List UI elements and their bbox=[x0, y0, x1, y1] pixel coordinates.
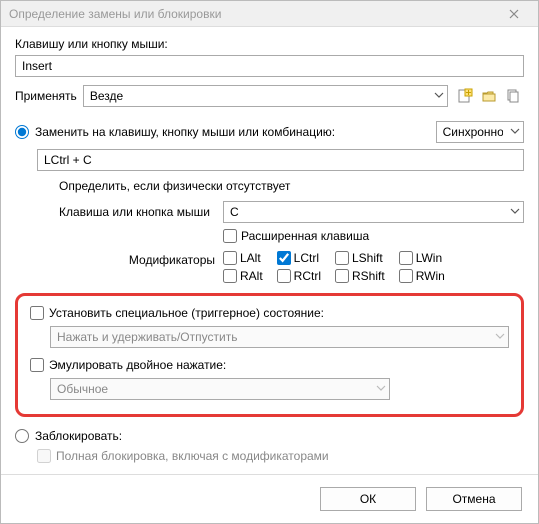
mod-lalt-label: LAlt bbox=[240, 251, 261, 265]
modifiers-label: Модификаторы bbox=[59, 251, 215, 267]
titlebar: Определение замены или блокировки bbox=[1, 1, 538, 27]
mod-ralt-label: RAlt bbox=[240, 269, 263, 283]
phys-key-select[interactable] bbox=[223, 201, 524, 223]
phys-key-label: Клавиша или кнопка мыши bbox=[59, 205, 215, 219]
mod-rctrl-checkbox[interactable] bbox=[277, 269, 291, 283]
mod-lctrl-label: LCtrl bbox=[294, 251, 319, 265]
extended-label: Расширенная клавиша bbox=[241, 229, 369, 243]
double-label: Эмулировать двойное нажатие: bbox=[49, 358, 226, 372]
dialog-window: Определение замены или блокировки Клавиш… bbox=[0, 0, 539, 524]
extended-checkbox[interactable] bbox=[223, 229, 237, 243]
content: Клавишу или кнопку мыши: Применять Замен… bbox=[1, 27, 538, 474]
mod-lwin-label: LWin bbox=[416, 251, 442, 265]
mod-ralt-checkbox[interactable] bbox=[223, 269, 237, 283]
mod-rwin-checkbox[interactable] bbox=[399, 269, 413, 283]
cancel-button[interactable]: Отмена bbox=[426, 487, 522, 511]
folder-icon[interactable] bbox=[478, 85, 500, 107]
double-select[interactable] bbox=[50, 378, 390, 400]
trigger-select[interactable] bbox=[50, 326, 509, 348]
mod-lalt-checkbox[interactable] bbox=[223, 251, 237, 265]
mod-lshift-checkbox[interactable] bbox=[335, 251, 349, 265]
mod-lctrl-checkbox[interactable] bbox=[277, 251, 291, 265]
button-row: ОК Отмена bbox=[1, 474, 538, 523]
sync-select[interactable] bbox=[436, 121, 524, 143]
mod-lshift-label: LShift bbox=[352, 251, 383, 265]
block-label: Заблокировать: bbox=[35, 429, 122, 443]
combo-input[interactable] bbox=[37, 149, 524, 171]
apply-select[interactable] bbox=[83, 85, 448, 107]
copy-icon[interactable] bbox=[502, 85, 524, 107]
highlighted-section: Установить специальное (триггерное) сост… bbox=[15, 293, 524, 417]
double-checkbox[interactable] bbox=[30, 358, 44, 372]
fullblock-checkbox bbox=[37, 449, 51, 463]
mod-lwin-checkbox[interactable] bbox=[399, 251, 413, 265]
replace-label: Заменить на клавишу, кнопку мыши или ком… bbox=[35, 125, 335, 139]
apply-label: Применять bbox=[15, 89, 77, 103]
key-label: Клавишу или кнопку мыши: bbox=[15, 37, 524, 51]
block-radio[interactable] bbox=[15, 429, 29, 443]
mod-rshift-checkbox[interactable] bbox=[335, 269, 349, 283]
new-icon[interactable] bbox=[454, 85, 476, 107]
fullblock-label: Полная блокировка, включая с модификатор… bbox=[56, 449, 329, 463]
mod-rwin-label: RWin bbox=[416, 269, 445, 283]
replace-radio[interactable] bbox=[15, 125, 29, 139]
close-button[interactable] bbox=[494, 3, 534, 25]
mod-rctrl-label: RCtrl bbox=[294, 269, 321, 283]
ok-button[interactable]: ОК bbox=[320, 487, 416, 511]
close-icon bbox=[509, 9, 519, 19]
window-title: Определение замены или блокировки bbox=[9, 7, 221, 21]
trigger-label: Установить специальное (триггерное) сост… bbox=[49, 306, 324, 320]
define-absent-label: Определить, если физически отсутствует bbox=[59, 179, 290, 193]
mod-rshift-label: RShift bbox=[352, 269, 385, 283]
key-input[interactable] bbox=[15, 55, 524, 77]
trigger-checkbox[interactable] bbox=[30, 306, 44, 320]
